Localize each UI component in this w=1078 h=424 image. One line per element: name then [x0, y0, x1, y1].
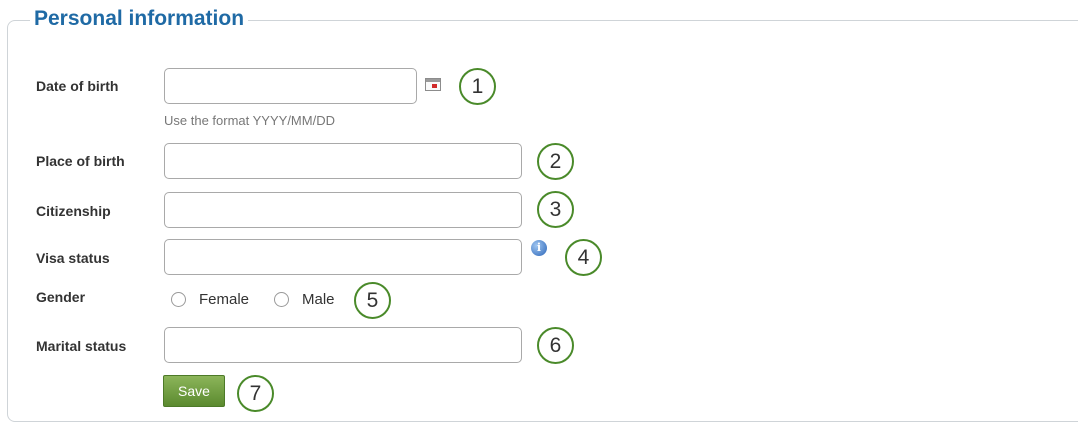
gender-male-label[interactable]: Male	[302, 291, 335, 308]
gender-male-radio[interactable]	[274, 292, 289, 307]
callout-4: 4	[565, 239, 602, 276]
info-icon[interactable]: i	[531, 240, 547, 256]
visa-status-input[interactable]	[164, 239, 522, 275]
date-format-hint: Use the format YYYY/MM/DD	[164, 113, 335, 128]
gender-female-radio[interactable]	[171, 292, 186, 307]
visa-status-label: Visa status	[36, 250, 110, 266]
fieldset-legend: Personal information	[30, 5, 249, 33]
gender-female-label[interactable]: Female	[199, 291, 249, 308]
citizenship-input[interactable]	[164, 192, 522, 228]
date-of-birth-label: Date of birth	[36, 78, 119, 94]
save-button[interactable]: Save	[163, 375, 225, 407]
callout-6: 6	[537, 327, 574, 364]
callout-2: 2	[537, 143, 574, 180]
callout-5: 5	[354, 282, 391, 319]
citizenship-label: Citizenship	[36, 203, 111, 219]
date-of-birth-input[interactable]	[164, 68, 417, 104]
marital-status-input[interactable]	[164, 327, 522, 363]
calendar-icon[interactable]	[425, 78, 441, 91]
marital-status-label: Marital status	[36, 338, 127, 354]
callout-3: 3	[537, 191, 574, 228]
place-of-birth-input[interactable]	[164, 143, 522, 179]
callout-1: 1	[459, 68, 496, 105]
place-of-birth-label: Place of birth	[36, 153, 125, 169]
callout-7: 7	[237, 375, 274, 412]
gender-label: Gender	[36, 289, 86, 305]
